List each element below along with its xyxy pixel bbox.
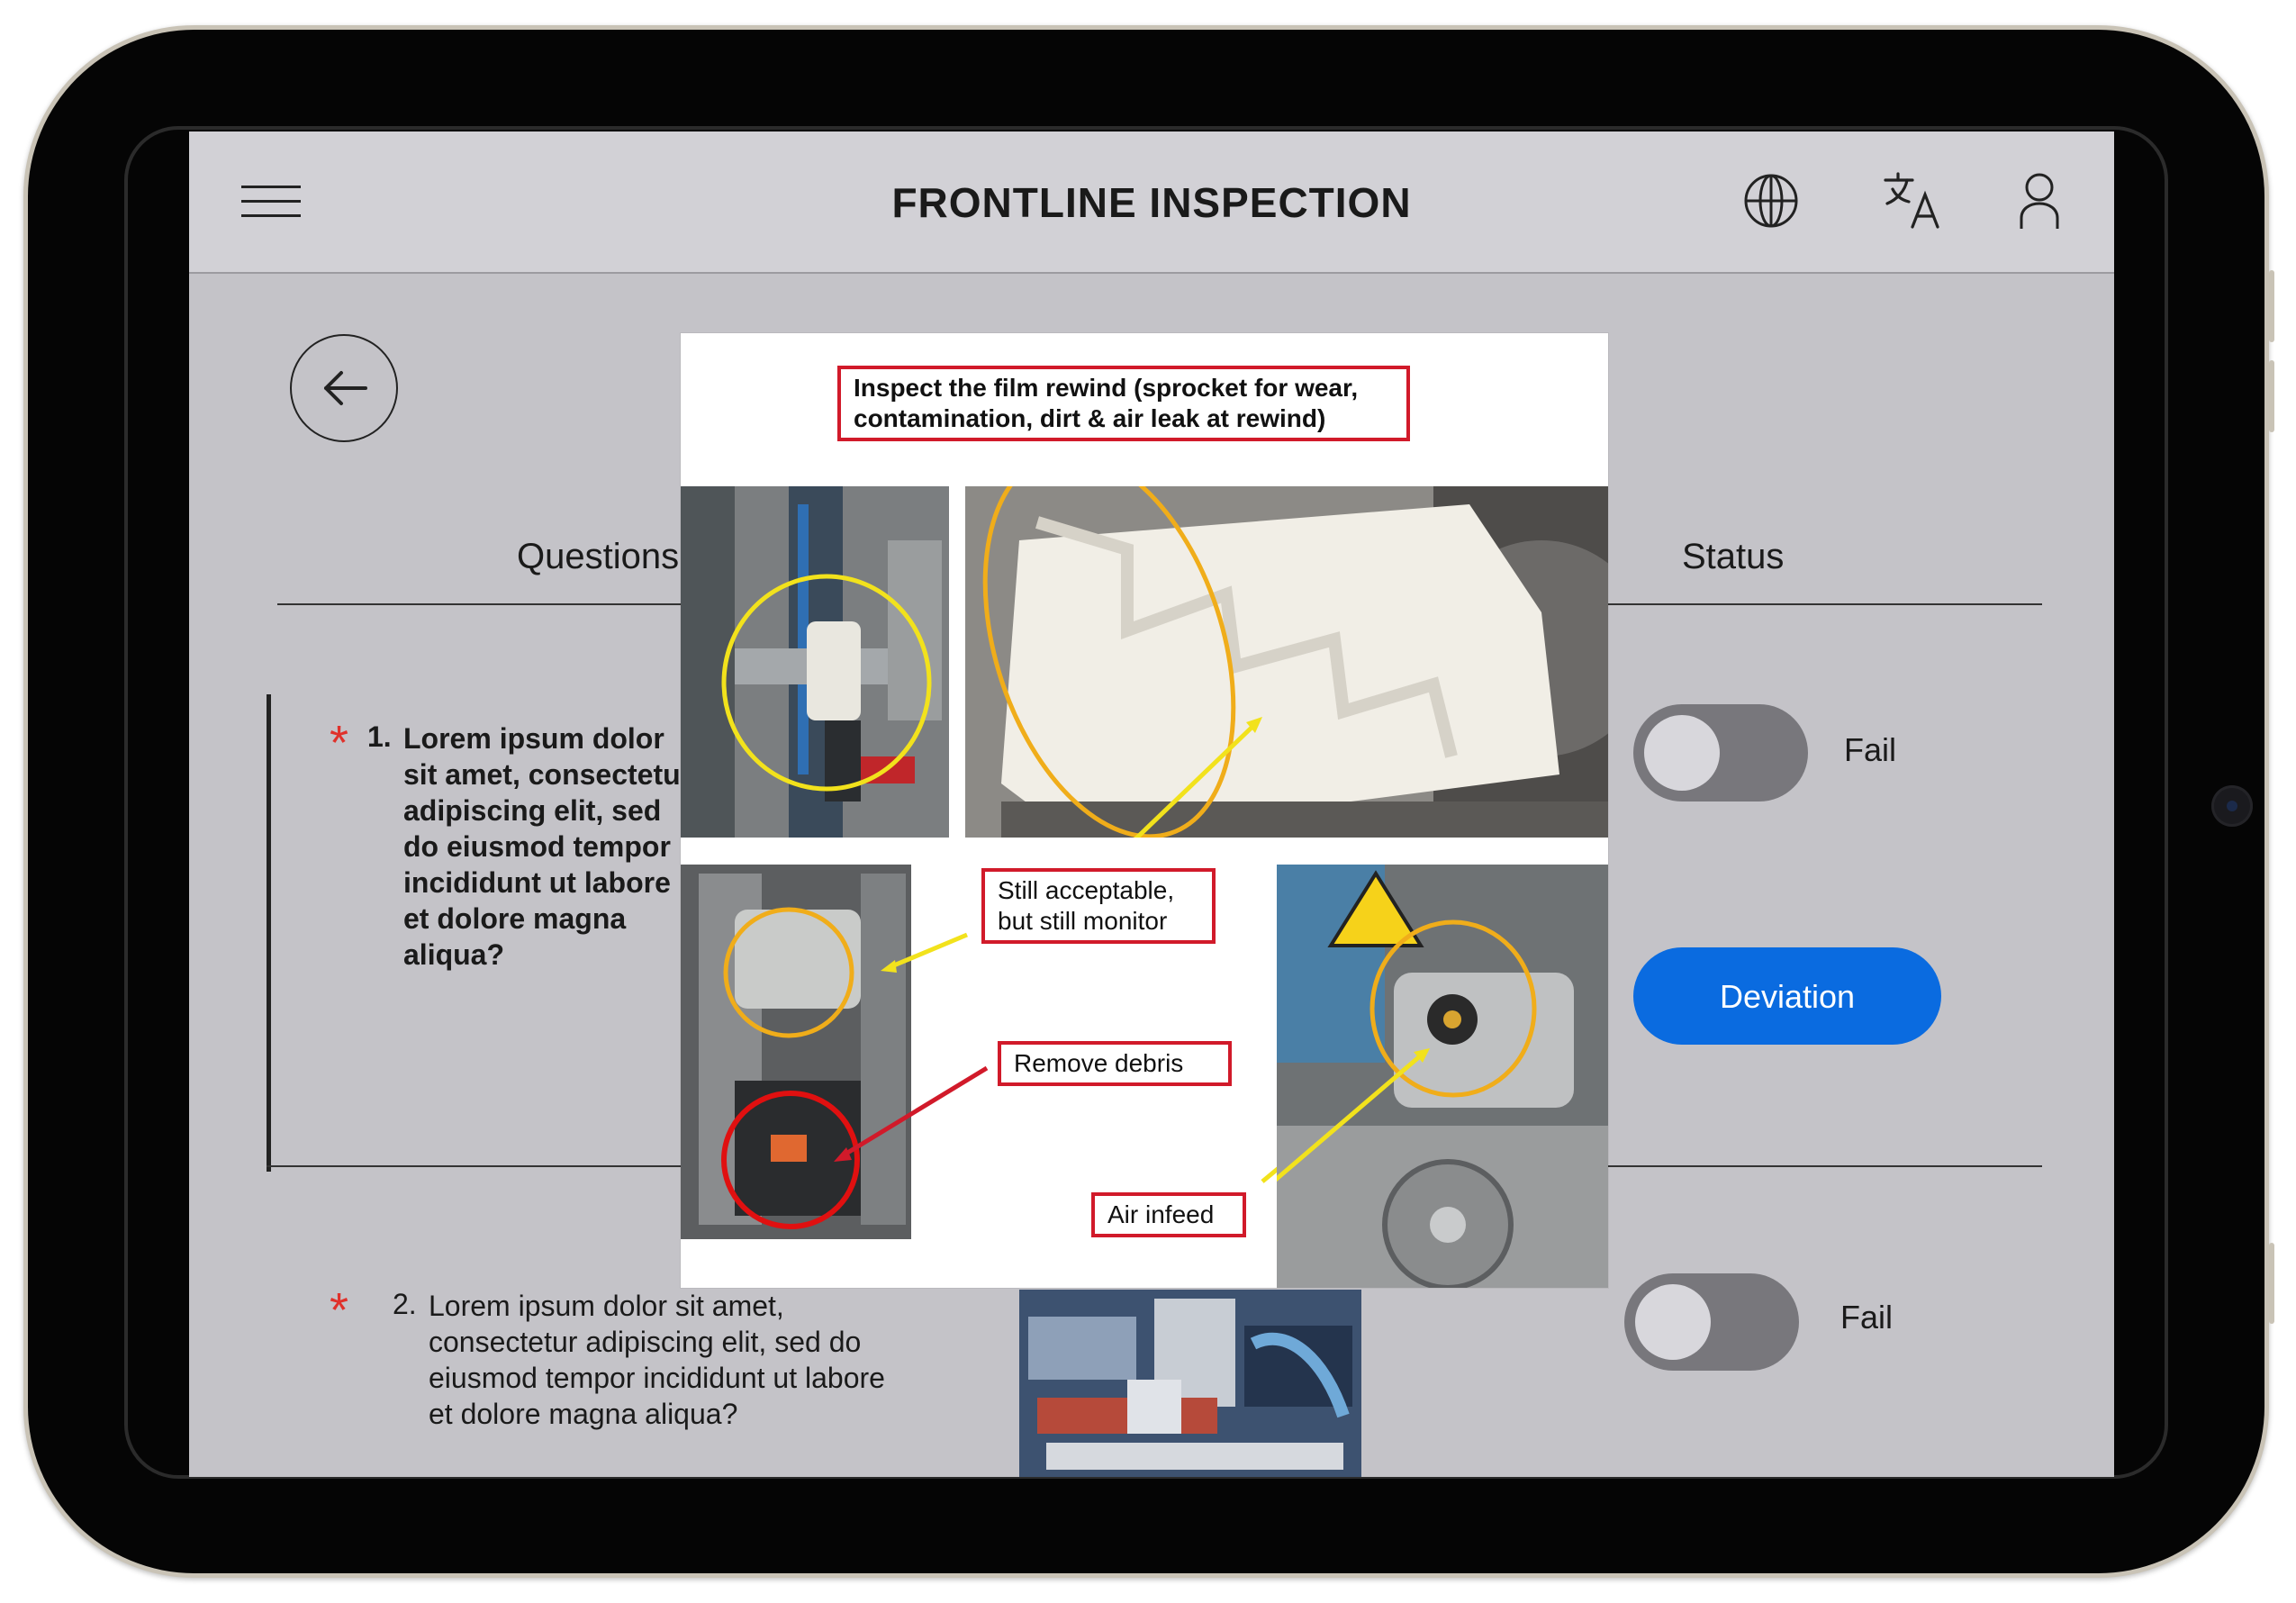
front-camera — [2211, 785, 2253, 827]
status-column-header: Status — [1682, 537, 1785, 576]
acceptable-callout: Still acceptable, but still monitor — [981, 868, 1216, 944]
power-button — [2269, 1243, 2274, 1324]
question-text: Lorem ipsum dolor sit amet, consectetur … — [403, 722, 692, 971]
top-bar: FRONTLINE INSPECTION — [189, 131, 2114, 274]
status-toggle[interactable] — [1633, 704, 1808, 802]
status-label: Fail — [1840, 1299, 1894, 1336]
translate-icon[interactable] — [1882, 169, 1945, 232]
arrow-left-icon — [324, 371, 367, 405]
active-row-indicator — [267, 694, 271, 1172]
remove-debris-callout: Remove debris — [998, 1041, 1232, 1086]
globe-icon[interactable] — [1740, 169, 1803, 232]
app-screen: FRONTLINE INSPECTION Questions Status * … — [189, 131, 2114, 1477]
page-title: FRONTLINE INSPECTION — [891, 179, 1412, 226]
toggle-knob — [1644, 715, 1720, 791]
required-marker: * — [330, 716, 349, 770]
question-photo-thumbnail[interactable] — [1019, 1290, 1361, 1477]
question-text: Lorem ipsum dolor sit amet, consectetur … — [429, 1290, 885, 1430]
required-marker: * — [330, 1283, 349, 1337]
user-icon[interactable] — [2008, 169, 2071, 232]
deviation-button[interactable]: Deviation — [1633, 947, 1941, 1045]
volume-button — [2269, 360, 2274, 432]
volume-button — [2269, 270, 2274, 342]
reference-image-popup[interactable]: Inspect the film rewind (sprocket for we… — [681, 333, 1608, 1288]
back-button[interactable] — [290, 334, 398, 442]
air-infeed-photo — [1277, 865, 1608, 1288]
status-label: Fail — [1844, 731, 1897, 768]
status-toggle[interactable] — [1624, 1273, 1799, 1371]
question-number: 2. — [393, 1288, 417, 1320]
questions-column-header: Questions — [517, 537, 680, 576]
toggle-knob — [1635, 1284, 1711, 1360]
air-infeed-callout: Air infeed — [1091, 1192, 1246, 1237]
question-number: 1. — [367, 720, 392, 753]
